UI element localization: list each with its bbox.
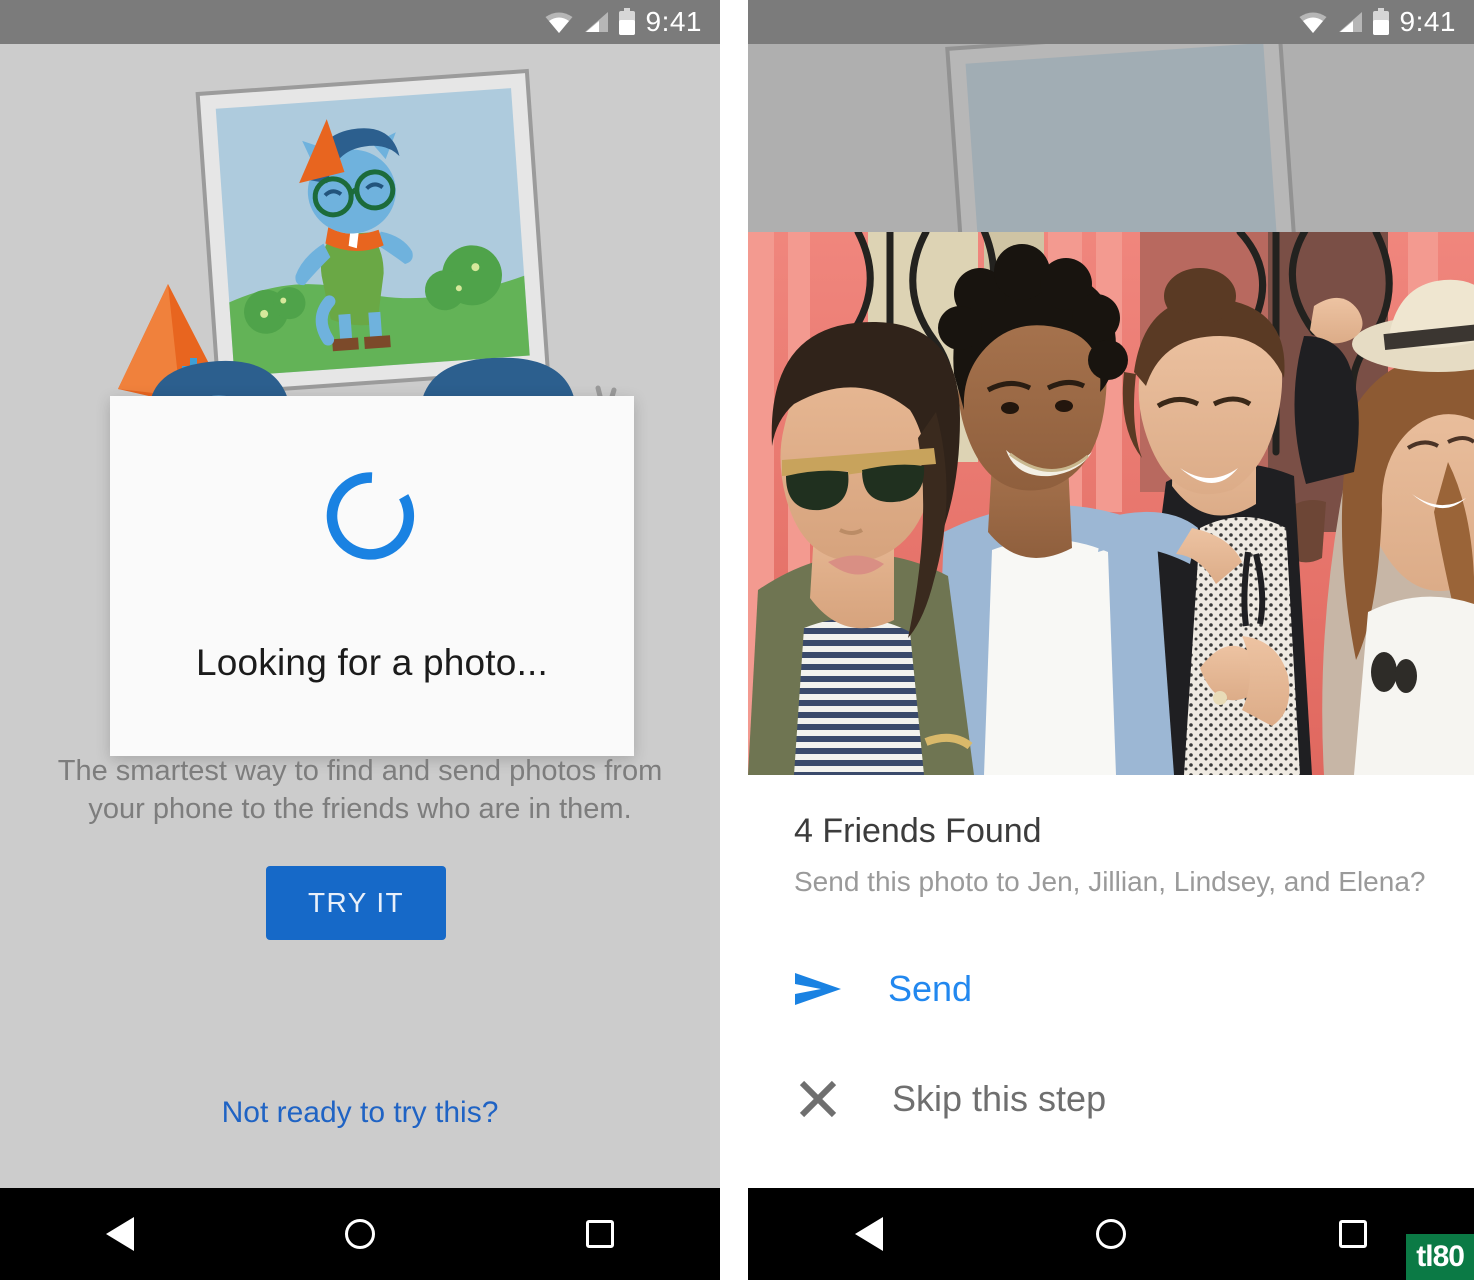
send-arrow-icon (748, 967, 888, 1011)
nav-recents-icon (1339, 1220, 1367, 1248)
nav-home-icon (1096, 1219, 1126, 1249)
battery-icon (618, 8, 635, 35)
photo-frame-characters-illustration-faded (748, 44, 1474, 232)
four-friends-group-photo (748, 232, 1474, 775)
status-time: 9:41 (645, 6, 702, 37)
nav-recents-button[interactable] (540, 1204, 660, 1264)
android-nav-bar-right (748, 1188, 1474, 1280)
watermark: tl80 (1406, 1234, 1474, 1280)
cellular-signal-icon (584, 12, 608, 32)
dialog-message: Looking for a photo... (195, 642, 549, 683)
nav-back-icon (106, 1217, 134, 1251)
onboarding-tagline: The smartest way to find and send photos… (40, 752, 680, 829)
cellular-signal-icon (1338, 12, 1362, 32)
nav-home-button[interactable] (1051, 1204, 1171, 1264)
nav-recents-icon (586, 1220, 614, 1248)
send-action-row[interactable]: Send (748, 946, 1474, 1032)
status-bar-left: 9:41 (0, 0, 720, 44)
skip-action-row[interactable]: Skip this step (748, 1056, 1474, 1142)
loading-spinner (326, 472, 415, 560)
tagline-line-2: your phone to the friends who are in the… (88, 793, 632, 826)
skip-action-label: Skip this step (892, 1078, 1107, 1119)
nav-home-button[interactable] (300, 1204, 420, 1264)
status-icons (544, 8, 636, 36)
nav-recents-button[interactable] (1293, 1204, 1413, 1264)
friends-found-subtitle: Send this photo to Jen, Jillian, Lindsey… (794, 866, 1426, 897)
close-x-icon (748, 1076, 888, 1122)
wifi-icon (545, 12, 572, 33)
right-phone-screen: 4 Friends Found Send this photo to Jen, … (748, 0, 1474, 1280)
friends-found-title: 4 Friends Found (794, 812, 1042, 850)
wifi-icon (1299, 12, 1326, 33)
not-ready-link[interactable]: Not ready to try this? (0, 1096, 720, 1130)
nav-back-button[interactable] (60, 1204, 180, 1264)
battery-icon (1372, 8, 1389, 35)
screenshot-stage: Looking for a photo... The smartest way … (0, 0, 1474, 1280)
nav-back-icon (855, 1217, 883, 1251)
nav-home-icon (345, 1219, 375, 1249)
faded-illustration-backdrop (748, 44, 1474, 232)
status-icons-right (1298, 8, 1390, 36)
send-action-label: Send (888, 968, 973, 1009)
status-bar-right: 9:41 (748, 0, 1474, 44)
looking-for-photo-dialog: Looking for a photo... (110, 396, 634, 756)
left-phone-screen: Looking for a photo... The smartest way … (0, 0, 720, 1280)
nav-back-button[interactable] (809, 1204, 929, 1264)
status-time: 9:41 (1399, 6, 1456, 37)
android-nav-bar-left (0, 1188, 720, 1280)
photo-frame-characters-illustration (0, 44, 720, 424)
tagline-line-1: The smartest way to find and send photos… (57, 755, 663, 787)
try-it-button[interactable]: TRY IT (266, 866, 446, 940)
